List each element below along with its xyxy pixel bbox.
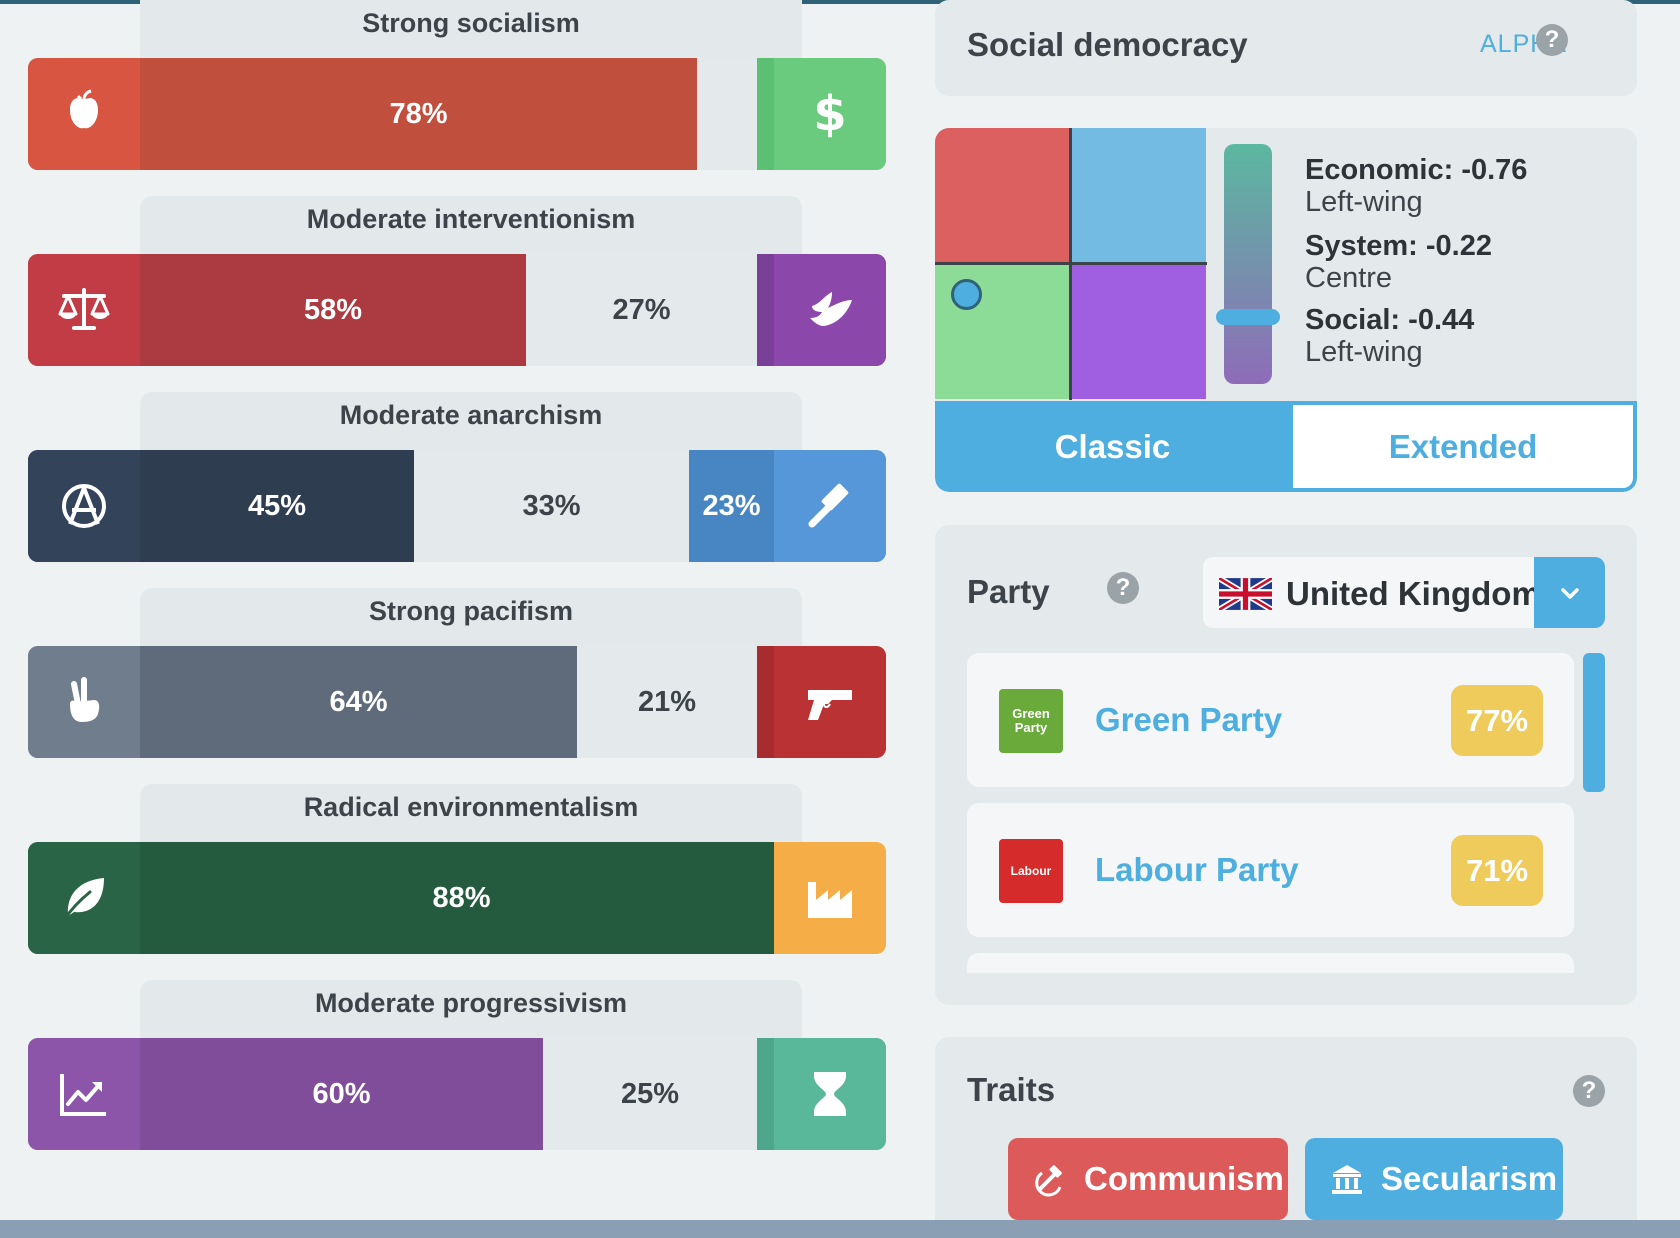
country-name: United Kingdom (1286, 575, 1541, 612)
axis-mid-pct: 33% (522, 489, 581, 522)
axis-row: Strong socialism 78% $ (28, 0, 886, 200)
system-desc: Centre (1305, 262, 1393, 294)
axis-title: Strong socialism (362, 8, 580, 38)
axis-row: Strong pacifism 64% 21% (28, 588, 886, 788)
labour-party-logo: Labour (999, 839, 1063, 903)
taskbar (0, 1220, 1680, 1238)
institution-icon (1332, 1165, 1362, 1194)
party-match-badge: 77% (1451, 685, 1543, 756)
party-help-icon[interactable]: ? (1107, 572, 1139, 604)
trait-label: Communism (1084, 1160, 1284, 1197)
compass-position-marker (951, 279, 982, 310)
anarchy-icon (28, 450, 140, 562)
uk-flag-icon (1219, 578, 1272, 610)
party-card: Party ? United Kingdom Green Party Green … (935, 525, 1637, 1005)
party-list-scrollbar[interactable] (1583, 653, 1605, 792)
axis-bar: 64% 21% (28, 646, 886, 758)
chart-up-icon (28, 1038, 140, 1150)
social-label: Social: (1305, 304, 1401, 336)
economic-desc: Left-wing (1305, 186, 1423, 218)
dove-icon (774, 254, 886, 366)
compass-horizontal-axis (935, 262, 1207, 265)
svg-text:$: $ (813, 86, 846, 142)
quadrant-auth-left (935, 128, 1069, 262)
axis-left-pct: 78% (389, 97, 448, 130)
traits-help-icon[interactable]: ? (1573, 1075, 1605, 1107)
axis-row: Moderate anarchism 45% 33% 23% (28, 392, 886, 592)
party-title: Party (967, 573, 1050, 610)
economic-score: Economic: -0.76 (1305, 154, 1527, 187)
axis-mid-pct: 25% (620, 1077, 680, 1110)
axis-title: Moderate progressivism (314, 988, 628, 1018)
help-icon[interactable]: ? (1536, 24, 1568, 56)
axis-bar: 60% 25% (28, 1038, 886, 1150)
axis-bar: 58% 27% (28, 254, 886, 366)
green-party-logo: Green Party (999, 689, 1063, 753)
ideology-title: Social democracy (967, 26, 1248, 63)
dollar-icon: $ (774, 58, 886, 170)
social-scale-track (1224, 144, 1272, 384)
system-label: System: (1305, 230, 1418, 262)
apple-icon (28, 58, 140, 170)
axis-left-pct: 60% (312, 1077, 371, 1110)
axis-row: Radical environmentalism 88% (28, 784, 886, 984)
ideology-card: Social democracy ALPHA ? (935, 0, 1637, 96)
gavel-icon (774, 450, 886, 562)
party-row-labour[interactable]: Labour Labour Party 71% (967, 803, 1574, 937)
social-value: -0.44 (1408, 304, 1475, 336)
axis-bar: 78% $ (28, 58, 886, 170)
traits-title: Traits (967, 1071, 1056, 1108)
party-name[interactable]: Labour Party (1095, 851, 1299, 889)
traits-card: Traits ? Communism Secularism (935, 1037, 1637, 1237)
axis-left-pct: 58% (303, 293, 363, 326)
axis-bar: 88% (28, 842, 886, 954)
peace-hand-icon (28, 646, 140, 758)
scales-icon (28, 254, 140, 366)
trait-communism[interactable]: Communism (1008, 1138, 1288, 1220)
social-score: Social: -0.44 (1305, 304, 1474, 337)
tab-classic[interactable]: Classic (935, 401, 1290, 492)
gun-icon (774, 646, 886, 758)
axis-left-pct: 64% (329, 685, 388, 718)
hammer-sickle-icon (1035, 1165, 1062, 1197)
leaf-icon (28, 842, 140, 954)
economic-value: -0.76 (1461, 154, 1528, 186)
axis-mid-pct: 27% (612, 293, 671, 326)
axis-title: Moderate interventionism (306, 204, 636, 234)
axis-row: Moderate interventionism 58% 27% (28, 196, 886, 396)
hourglass-icon (774, 1038, 886, 1150)
axis-left-pct: 88% (432, 881, 491, 914)
system-value: -0.22 (1425, 230, 1492, 262)
trait-label: Secularism (1381, 1160, 1558, 1197)
social-desc: Left-wing (1305, 336, 1423, 368)
system-score: System: -0.22 (1305, 230, 1492, 263)
economic-label: Economic: (1305, 154, 1454, 186)
axis-left-pct: 45% (247, 489, 307, 522)
tab-extended[interactable]: Extended (1293, 405, 1633, 488)
axis-right-pct: 23% (702, 489, 761, 522)
country-select[interactable]: United Kingdom (1203, 557, 1605, 628)
axis-bar: 45% 33% 23% (28, 450, 886, 562)
party-name[interactable]: Green Party (1095, 701, 1282, 739)
quadrant-auth-right (1072, 128, 1206, 262)
quadrant-lib-right (1072, 265, 1206, 399)
chevron-down-icon (1560, 587, 1579, 599)
axis-row: Moderate progressivism 60% 25% (28, 980, 886, 1180)
compass-tabs: Classic Extended (935, 401, 1637, 492)
axis-left-segment: 88% (28, 842, 783, 954)
party-row-green[interactable]: Green Party Green Party 77% (967, 653, 1574, 787)
party-row-partial (967, 953, 1574, 973)
axis-mid-pct: 21% (637, 685, 697, 718)
social-scale-marker (1216, 309, 1280, 325)
trait-secularism[interactable]: Secularism (1305, 1138, 1563, 1220)
axis-title: Radical environmentalism (303, 792, 639, 822)
country-dropdown-button[interactable] (1534, 557, 1605, 628)
axis-title: Strong pacifism (368, 596, 574, 626)
compass-card: Economic: -0.76 Left-wing System: -0.22 … (935, 128, 1637, 492)
factory-icon (774, 842, 886, 954)
axis-title: Moderate anarchism (339, 400, 603, 430)
party-match-badge: 71% (1451, 835, 1543, 906)
